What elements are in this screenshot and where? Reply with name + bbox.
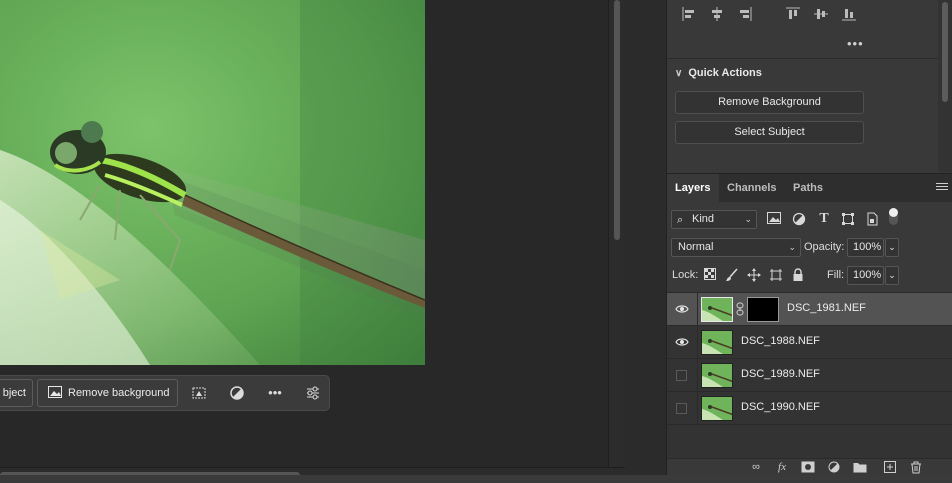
fill-field[interactable]: 100% ⌄ (847, 266, 899, 285)
layer-name[interactable]: DSC_1981.NEF (787, 302, 866, 314)
more-icon[interactable]: ••• (267, 385, 283, 401)
quick-remove-background-button[interactable]: Remove Background (675, 91, 864, 114)
fill-label: Fill: (827, 269, 845, 281)
mask-icon[interactable] (191, 385, 207, 401)
more-options-icon[interactable]: ••• (847, 36, 864, 51)
type-layer-filter-icon[interactable]: T (817, 212, 831, 226)
layer-filter-kind-select[interactable]: ⌕ Kind ⌄ (671, 210, 757, 229)
eye-icon[interactable] (675, 335, 689, 349)
properties-and-layers: ••• ∨ Quick Actions Remove Background Sel… (667, 0, 952, 475)
chevron-down-icon: ∨ (675, 68, 683, 79)
layer-name[interactable]: DSC_1988.NEF (741, 335, 820, 347)
visibility-toggle-off[interactable] (676, 403, 687, 414)
new-adjustment-layer-icon[interactable] (827, 461, 841, 475)
photoshop-window: bject Remove background ••• ••• ∨ Quick … (0, 0, 952, 483)
properties-scrollbar[interactable] (938, 0, 952, 172)
align-right-icon[interactable] (737, 6, 753, 22)
layer-thumbnail (701, 330, 733, 355)
align-left-icon[interactable] (681, 6, 697, 22)
shape-layer-filter-icon[interactable] (841, 212, 855, 226)
lock-image-pixels-icon[interactable] (725, 268, 739, 282)
quick-actions-header[interactable]: ∨ Quick Actions (675, 67, 762, 79)
select-subject-button[interactable]: bject (0, 379, 33, 407)
layer-row[interactable]: DSC_1988.NEF (667, 326, 952, 359)
quick-select-subject-button[interactable]: Select Subject (675, 121, 864, 144)
lock-position-icon[interactable] (747, 268, 761, 282)
link-layers-icon[interactable]: ∞ (749, 461, 763, 475)
tab-channels[interactable]: Channels (719, 174, 785, 203)
blend-mode-value: Normal (678, 241, 714, 253)
chevron-down-icon: ⌄ (788, 242, 796, 252)
status-strip (0, 475, 952, 483)
lock-transparent-pixels-icon[interactable] (703, 268, 717, 282)
align-middle-vertical-icon[interactable] (813, 6, 829, 22)
tab-layers[interactable]: Layers (667, 174, 719, 203)
tab-paths[interactable]: Paths (785, 174, 831, 203)
contextual-task-bar: bject Remove background ••• (0, 375, 330, 411)
lock-artboard-icon[interactable] (769, 268, 783, 282)
kind-label: Kind (692, 213, 715, 225)
quick-actions-title: Quick Actions (688, 67, 762, 79)
opacity-dropdown-icon[interactable]: ⌄ (885, 238, 899, 257)
add-mask-icon[interactable] (801, 461, 815, 475)
align-center-horizontal-icon[interactable] (709, 6, 725, 22)
panel-icon-strip (625, 0, 667, 475)
link-icon[interactable] (736, 302, 744, 316)
align-bottom-icon[interactable] (841, 6, 857, 22)
new-layer-icon[interactable] (883, 461, 897, 475)
layers-list: DSC_1981.NEF DSC_1988.NEF DSC_1989.NEF D… (667, 292, 952, 458)
canvas-vertical-scrollbar[interactable] (608, 0, 625, 483)
filter-toggle-switch[interactable] (889, 208, 898, 225)
layer-thumbnail (701, 396, 733, 421)
visibility-toggle-off[interactable] (676, 370, 687, 381)
remove-background-label: Remove background (68, 387, 170, 399)
chevron-down-icon: ⌄ (744, 214, 752, 224)
fill-value: 100% (853, 269, 882, 281)
panel-menu-icon[interactable] (936, 183, 948, 193)
layer-thumbnail (701, 363, 733, 388)
lock-label: Lock: (672, 269, 699, 281)
layer-name[interactable]: DSC_1990.NEF (741, 401, 820, 413)
layer-thumbnail (701, 297, 733, 322)
layer-mask-thumbnail[interactable] (747, 297, 779, 322)
adjustment-layer-filter-icon[interactable] (792, 212, 806, 226)
adjustment-icon[interactable] (229, 385, 245, 401)
align-top-icon[interactable] (785, 6, 801, 22)
pixel-layer-filter-icon[interactable] (767, 212, 781, 226)
fill-dropdown-icon[interactable]: ⌄ (885, 266, 899, 285)
image-icon (48, 386, 62, 398)
dragonfly-photo[interactable] (0, 0, 425, 365)
remove-background-button[interactable]: Remove background (37, 379, 178, 407)
opacity-field[interactable]: 100% ⌄ (847, 238, 899, 257)
opacity-value: 100% (853, 241, 882, 253)
layers-panel-tabs: Layers Channels Paths (667, 173, 952, 203)
opacity-label: Opacity: (804, 241, 845, 253)
smart-object-filter-icon[interactable] (865, 212, 879, 226)
settings-icon[interactable] (305, 385, 321, 401)
layers-panel-footer: ∞ fx (667, 458, 952, 475)
layer-name[interactable]: DSC_1989.NEF (741, 368, 820, 380)
new-group-icon[interactable] (853, 461, 867, 475)
right-panel-dock: ••• ∨ Quick Actions Remove Background Sel… (625, 0, 952, 475)
layer-row[interactable]: DSC_1981.NEF (667, 293, 952, 326)
layer-row[interactable]: DSC_1990.NEF (667, 392, 952, 425)
blend-mode-select[interactable]: Normal ⌄ (671, 238, 801, 257)
fx-icon[interactable]: fx (775, 461, 789, 475)
trash-icon[interactable] (909, 461, 923, 475)
layer-row[interactable]: DSC_1989.NEF (667, 359, 952, 392)
eye-icon[interactable] (675, 302, 689, 316)
search-icon: ⌕ (677, 214, 684, 226)
lock-all-icon[interactable] (791, 268, 805, 282)
